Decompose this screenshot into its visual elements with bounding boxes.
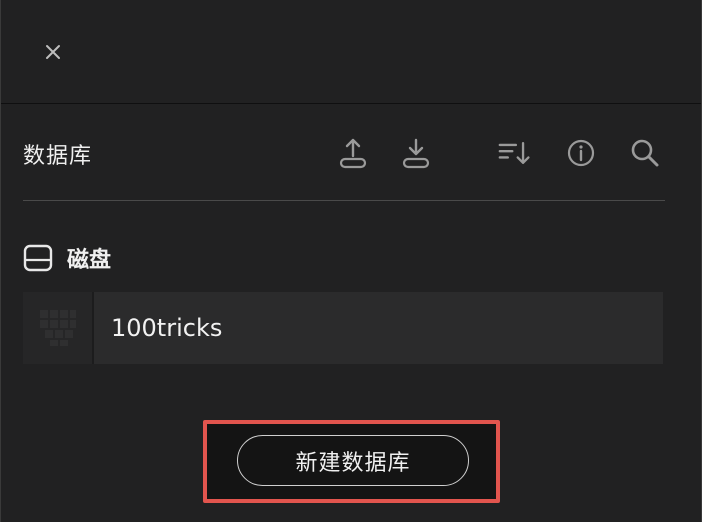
- close-button[interactable]: [39, 38, 67, 66]
- database-placeholder-icon: [39, 310, 76, 346]
- export-button[interactable]: [399, 136, 433, 170]
- search-button[interactable]: [628, 136, 662, 170]
- import-button[interactable]: [336, 136, 370, 170]
- download-icon: [402, 138, 430, 169]
- info-button[interactable]: [564, 136, 598, 170]
- top-bar: [1, 0, 701, 104]
- header-divider: [23, 200, 665, 201]
- page-title: 数据库: [23, 144, 93, 169]
- disk-section-header: 磁盘: [23, 240, 323, 276]
- new-database-button[interactable]: 新建数据库: [237, 435, 469, 486]
- sort-button[interactable]: [498, 136, 532, 170]
- search-icon: [631, 139, 659, 167]
- section-label: 磁盘: [67, 248, 112, 273]
- database-panel: 数据库 磁盘 100tricks 新建数据库: [0, 0, 702, 522]
- database-name: 100tricks: [111, 314, 223, 342]
- close-icon: [46, 45, 60, 59]
- upload-icon: [339, 138, 367, 169]
- info-icon: [567, 139, 595, 167]
- database-list-item[interactable]: 100tricks: [23, 292, 663, 364]
- database-thumbnail: [23, 292, 94, 364]
- database-header: 数据库: [23, 128, 665, 178]
- disk-icon: [23, 244, 53, 272]
- sort-icon: [498, 141, 530, 165]
